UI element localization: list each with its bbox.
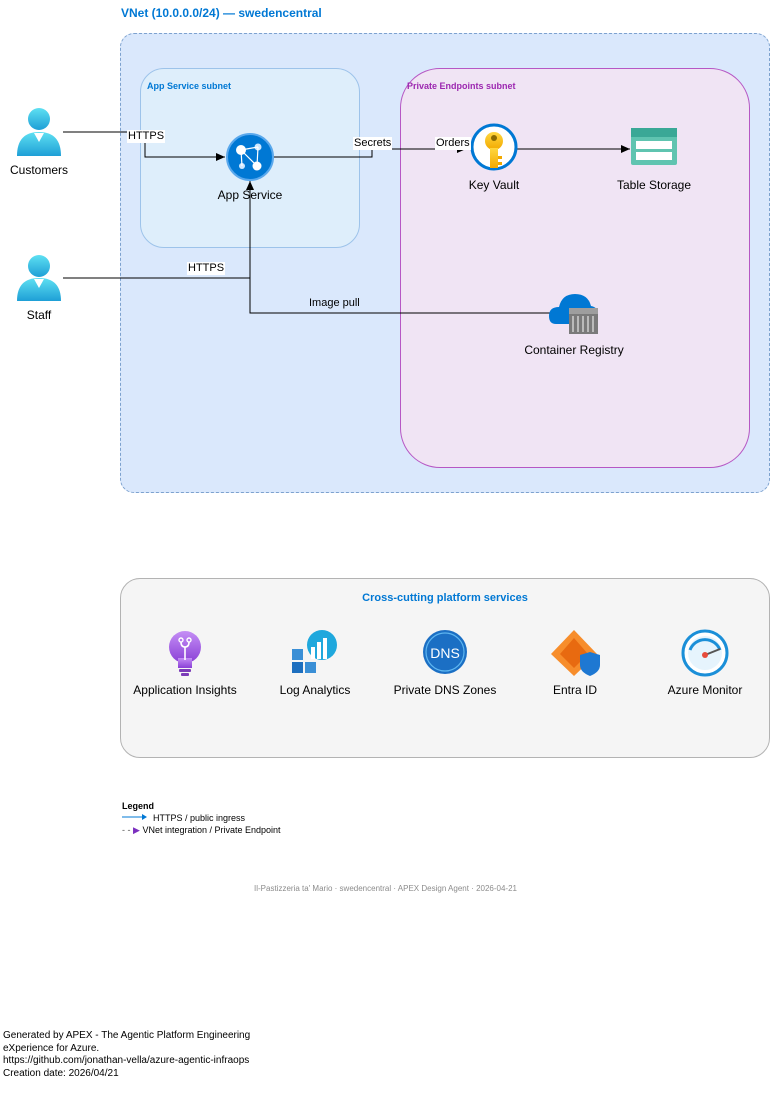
container-registry-label: Container Registry — [524, 343, 624, 357]
edge-label-staff-https: HTTPS — [187, 262, 226, 275]
staff-label: Staff — [26, 308, 52, 322]
legend-vnet-item: - - ▶ VNet integration / Private Endpoin… — [122, 824, 281, 836]
legend-title: Legend — [122, 801, 155, 811]
legend-vnet-label: VNet integration / Private Endpoint — [142, 825, 281, 835]
entra-id-icon — [551, 630, 600, 676]
table-storage-label: Table Storage — [616, 178, 692, 192]
generated-by-note: Generated by APEX - The Agentic Platform… — [3, 1030, 251, 1079]
edge-app-service-key-vault — [273, 145, 466, 158]
platform-label-log-analytics: Log Analytics — [279, 683, 351, 697]
edge-label-image-pull: Image pull — [308, 297, 361, 310]
footer: Il-Pastizzeria ta' Mario · swedencentral… — [254, 884, 517, 893]
dns-icon-text: DNS — [430, 645, 460, 661]
key-vault-icon — [470, 123, 518, 171]
platform-label-application-insights: Application Insights — [133, 683, 237, 697]
platform-label-entra-id: Entra ID — [552, 683, 597, 697]
customers-icon — [17, 108, 61, 156]
edge-label-secrets: Secrets — [353, 137, 393, 150]
application-insights-icon — [169, 631, 201, 676]
app-service-label: App Service — [217, 188, 283, 202]
architecture-diagram: DNS — [17, 108, 729, 820]
platform-label-private-dns-zones: Private DNS Zones — [393, 683, 497, 697]
log-analytics-icon — [292, 630, 337, 673]
key-vault-label: Key Vault — [468, 178, 520, 192]
app-service-icon — [226, 133, 274, 181]
staff-icon — [17, 255, 61, 301]
platform-label-azure-monitor: Azure Monitor — [667, 683, 743, 697]
azure-monitor-icon — [681, 629, 729, 677]
edge-image-pull — [249, 278, 552, 314]
edge-label-customers-https: HTTPS — [127, 130, 166, 143]
table-storage-icon — [631, 128, 677, 165]
legend: Legend HTTPS / public ingress - - ▶ VNet… — [122, 800, 281, 836]
legend-https-item: HTTPS / public ingress — [153, 813, 246, 823]
legend-vnet-arrow: ▶ — [133, 825, 140, 835]
customers-label: Customers — [9, 163, 68, 177]
edge-label-orders: Orders — [435, 137, 471, 150]
legend-vnet-line: - - — [122, 825, 133, 835]
private-dns-zones-icon: DNS — [423, 630, 467, 674]
container-registry-icon — [549, 294, 598, 334]
